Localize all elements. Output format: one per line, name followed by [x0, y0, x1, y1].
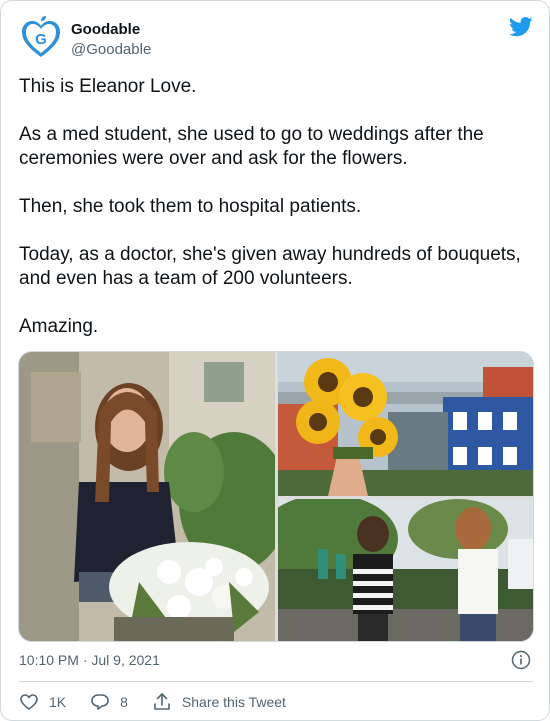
share-button[interactable]: Share this Tweet — [152, 692, 286, 712]
like-button[interactable]: 1K — [19, 692, 66, 712]
tweet-actions: 1K 8 Share this Tweet — [19, 691, 310, 713]
reply-bubble-icon — [91, 694, 109, 710]
tweet-paragraph: Today, as a doctor, she's given away hun… — [19, 244, 521, 289]
tweet-paragraph: As a med student, she used to go to wedd… — [19, 124, 484, 169]
reply-count: 8 — [120, 694, 128, 710]
tweet-paragraph: Then, she took them to hospital patients… — [19, 196, 362, 217]
author-handle[interactable]: @Goodable — [71, 41, 151, 58]
photo-women-walking[interactable] — [278, 499, 533, 641]
photo-woman-with-flowers[interactable] — [19, 352, 275, 641]
tweet-text: This is Eleanor Love. As a med student, … — [19, 75, 533, 363]
reply-button[interactable]: 8 — [90, 692, 128, 712]
tweet-paragraph: This is Eleanor Love. — [19, 76, 197, 97]
author-name[interactable]: Goodable — [71, 21, 140, 38]
svg-text:G: G — [35, 31, 47, 48]
tweet-paragraph: Amazing. — [19, 316, 99, 337]
heart-icon — [20, 694, 38, 711]
tweet-timestamp[interactable]: 10:10 PM · Jul 9, 2021 — [19, 652, 160, 668]
twitter-bird-icon[interactable] — [509, 17, 533, 37]
photo-sunflowers[interactable] — [278, 352, 533, 496]
share-label: Share this Tweet — [181, 694, 286, 710]
info-icon[interactable] — [511, 650, 531, 670]
like-count: 1K — [49, 694, 67, 710]
tweet-media-grid — [18, 351, 534, 642]
divider — [19, 681, 533, 682]
tweet-card[interactable]: G Goodable @Goodable This is Eleanor Lov… — [0, 0, 550, 721]
tweet-header: G Goodable @Goodable — [19, 15, 533, 65]
share-icon — [154, 693, 170, 710]
goodable-logo-icon: G — [22, 16, 60, 57]
avatar[interactable]: G — [19, 15, 63, 61]
